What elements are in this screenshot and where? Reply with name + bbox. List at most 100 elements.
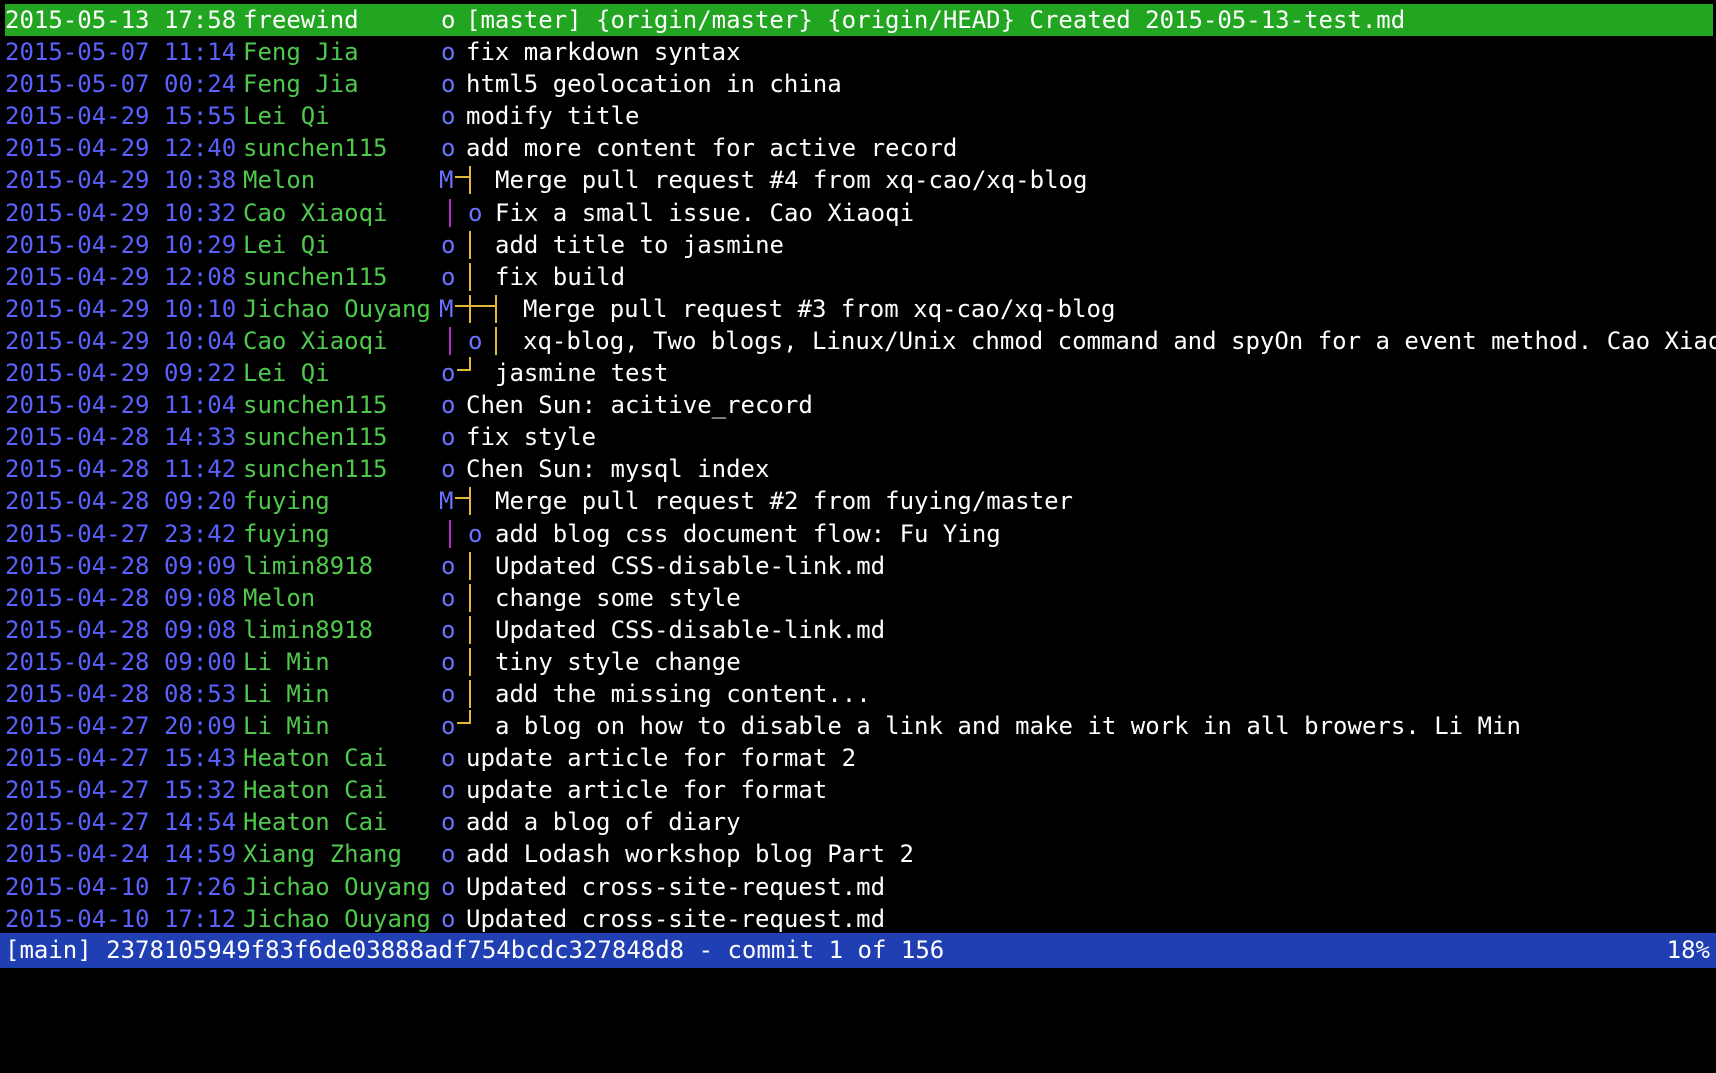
commit-node: o bbox=[441, 38, 456, 67]
view-name: [main] bbox=[5, 936, 92, 964]
commit-author: Melon bbox=[243, 166, 316, 195]
commit-author: Lei Qi bbox=[243, 230, 330, 259]
commit-graph: o bbox=[441, 261, 501, 293]
commit-node: o bbox=[441, 230, 456, 259]
commit-node: o bbox=[441, 102, 456, 131]
merge-node: M bbox=[439, 487, 454, 516]
commit-author: Cao Xiaoqi bbox=[243, 326, 388, 355]
graph-branch-line bbox=[495, 326, 497, 355]
commit-row[interactable]: 2015-04-27 20:09 Li Min o a blog on how to … bbox=[5, 710, 1713, 742]
commit-node: o bbox=[441, 904, 456, 933]
commit-date: 2015-04-29 15:55 bbox=[5, 102, 237, 131]
graph-branch-line bbox=[449, 519, 451, 548]
graph-branch-line bbox=[469, 230, 471, 259]
commit-graph: o bbox=[441, 710, 501, 742]
commit-date: 2015-04-29 10:10 bbox=[5, 294, 237, 323]
commit-row[interactable]: 2015-04-29 09:22 Lei Qi o jasmine test bbox=[5, 357, 1713, 389]
commit-author: Lei Qi bbox=[243, 359, 330, 388]
graph-merge-line bbox=[455, 497, 469, 500]
commit-list[interactable]: 2015-05-13 17:58 freewind o [master] {origi… bbox=[5, 4, 1716, 935]
commit-row[interactable]: 2015-04-29 11:04 sunchen115 o Chen Sun: aci… bbox=[5, 389, 1713, 421]
commit-message: add blog css document flow: Fu Ying bbox=[495, 519, 1001, 548]
commit-node: o bbox=[468, 198, 483, 227]
commit-row[interactable]: 2015-05-07 11:14 Feng Jia o fix markdown sy… bbox=[5, 36, 1713, 68]
commit-graph: o bbox=[441, 582, 501, 614]
commit-message: jasmine test bbox=[495, 359, 669, 388]
commit-message: Chen Sun: acitive_record bbox=[466, 391, 813, 420]
commit-row[interactable]: 2015-04-28 08:53 Li Min o add the missing c… bbox=[5, 678, 1713, 710]
commit-graph: M bbox=[439, 293, 501, 325]
terminal-window: 2015-05-13 17:58 freewind o [master] {origi… bbox=[0, 0, 1716, 968]
commit-row[interactable]: 2015-04-29 10:32 Cao Xiaoqi o Fix a small i… bbox=[5, 197, 1713, 229]
commit-row[interactable]: 2015-04-29 10:04 Cao Xiaoqi o xq-blog, Two … bbox=[5, 325, 1716, 357]
commit-date: 2015-04-28 09:08 bbox=[5, 615, 237, 644]
commit-message: Chen Sun: mysql index bbox=[466, 455, 770, 484]
commit-graph: o bbox=[441, 550, 501, 582]
commit-row[interactable]: 2015-04-27 15:43 Heaton Cai o update articl… bbox=[5, 742, 1713, 774]
commit-author: Lei Qi bbox=[243, 102, 330, 131]
commit-author: Jichao Ouyang bbox=[243, 294, 431, 323]
commit-date: 2015-05-13 17:58 bbox=[5, 6, 237, 34]
commit-date: 2015-04-29 12:08 bbox=[5, 262, 237, 291]
commit-date: 2015-05-07 00:24 bbox=[5, 70, 237, 99]
commit-row[interactable]: 2015-04-28 09:09 limin8918 o Updated CSS-di… bbox=[5, 550, 1713, 582]
commit-message: update article for format 2 bbox=[466, 744, 857, 773]
commit-row[interactable]: 2015-04-10 17:26 Jichao Ouyang o Updated cr… bbox=[5, 871, 1713, 903]
commit-message: add a blog of diary bbox=[466, 808, 741, 837]
graph-branch-line bbox=[469, 166, 471, 195]
commit-date: 2015-04-24 14:59 bbox=[5, 840, 237, 869]
commit-node: o bbox=[441, 679, 456, 708]
commit-message: fix style bbox=[466, 423, 597, 452]
commit-row[interactable]: 2015-04-28 09:08 Melon o change some style bbox=[5, 582, 1713, 614]
commit-row[interactable]: 2015-04-28 09:00 Li Min o tiny style change bbox=[5, 646, 1713, 678]
commit-row[interactable]: 2015-04-29 12:40 sunchen115 o add more cont… bbox=[5, 132, 1713, 164]
graph-merge-line bbox=[455, 304, 495, 307]
commit-position: commit 1 of 156 bbox=[727, 936, 945, 964]
commit-message: Updated CSS-disable-link.md bbox=[495, 551, 886, 580]
commit-row[interactable]: 2015-04-28 14:33 sunchen115 o fix style bbox=[5, 421, 1713, 453]
commit-row[interactable]: 2015-04-24 14:59 Xiang Zhang o add Lodash w… bbox=[5, 838, 1713, 870]
commit-date: 2015-05-07 11:14 bbox=[5, 38, 237, 67]
commit-date: 2015-04-29 10:32 bbox=[5, 198, 237, 227]
commit-message: Updated cross-site-request.md bbox=[466, 904, 886, 933]
commit-row[interactable]: 2015-04-28 09:20 fuying M Merge pull reques… bbox=[5, 485, 1713, 517]
commit-message: fix markdown syntax bbox=[466, 38, 741, 67]
commit-graph: o bbox=[441, 357, 501, 389]
commit-graph: M bbox=[439, 164, 501, 196]
commit-message: modify title bbox=[466, 102, 640, 131]
commit-row[interactable]: 2015-05-13 17:58 freewind o [master] {origi… bbox=[5, 4, 1713, 37]
commit-date: 2015-04-28 11:42 bbox=[5, 455, 237, 484]
graph-branch-line bbox=[469, 487, 471, 516]
commit-row[interactable]: 2015-04-27 23:42 fuying o add blog css docu… bbox=[5, 518, 1713, 550]
commit-date: 2015-04-27 15:43 bbox=[5, 744, 237, 773]
commit-node: o bbox=[468, 519, 483, 548]
commit-row[interactable]: 2015-04-29 10:29 Lei Qi o add title to jasm… bbox=[5, 229, 1713, 261]
commit-message: add more content for active record bbox=[466, 134, 958, 163]
commit-date: 2015-04-29 10:38 bbox=[5, 166, 237, 195]
commit-row[interactable]: 2015-04-27 15:32 Heaton Cai o update articl… bbox=[5, 774, 1713, 806]
commit-row[interactable]: 2015-04-29 15:55 Lei Qi o modify title bbox=[5, 100, 1713, 132]
commit-row[interactable]: 2015-04-29 10:10 Jichao Ouyang M Merge pull… bbox=[5, 293, 1713, 325]
commit-row[interactable]: 2015-04-27 14:54 Heaton Cai o add a blog of… bbox=[5, 806, 1713, 838]
commit-row[interactable]: 2015-04-29 10:38 Melon M Merge pull request… bbox=[5, 164, 1713, 196]
commit-row[interactable]: 2015-04-29 12:08 sunchen115 o fix build bbox=[5, 261, 1713, 293]
commit-author: limin8918 bbox=[243, 615, 374, 644]
commit-graph: o bbox=[441, 229, 501, 261]
commit-date: 2015-04-29 11:04 bbox=[5, 391, 237, 420]
commit-author: Li Min bbox=[243, 647, 330, 676]
commit-message: tiny style change bbox=[495, 647, 741, 676]
commit-row[interactable]: 2015-05-07 00:24 Feng Jia o html5 geolocati… bbox=[5, 68, 1713, 100]
commit-message: fix build bbox=[495, 262, 626, 291]
commit-node: o bbox=[468, 326, 483, 355]
commit-date: 2015-04-27 15:32 bbox=[5, 776, 237, 805]
graph-branch-line bbox=[469, 262, 471, 291]
commit-row[interactable]: 2015-04-28 11:42 sunchen115 o Chen Sun: mys… bbox=[5, 453, 1713, 485]
commit-hash: 2378105949f83f6de03888adf754bcdc327848d8 bbox=[106, 936, 685, 964]
commit-node: o bbox=[441, 872, 456, 901]
commit-node: o bbox=[441, 615, 456, 644]
status-bar: [main] 2378105949f83f6de03888adf754bcdc3… bbox=[0, 933, 1716, 968]
commit-date: 2015-04-29 09:22 bbox=[5, 359, 237, 388]
commit-message: Merge pull request #4 from xq-cao/xq-blo… bbox=[495, 166, 1088, 195]
commit-row[interactable]: 2015-04-28 09:08 limin8918 o Updated CSS-di… bbox=[5, 614, 1713, 646]
commit-row[interactable]: 2015-04-10 17:12 Jichao Ouyang o Updated cr… bbox=[5, 903, 1713, 935]
